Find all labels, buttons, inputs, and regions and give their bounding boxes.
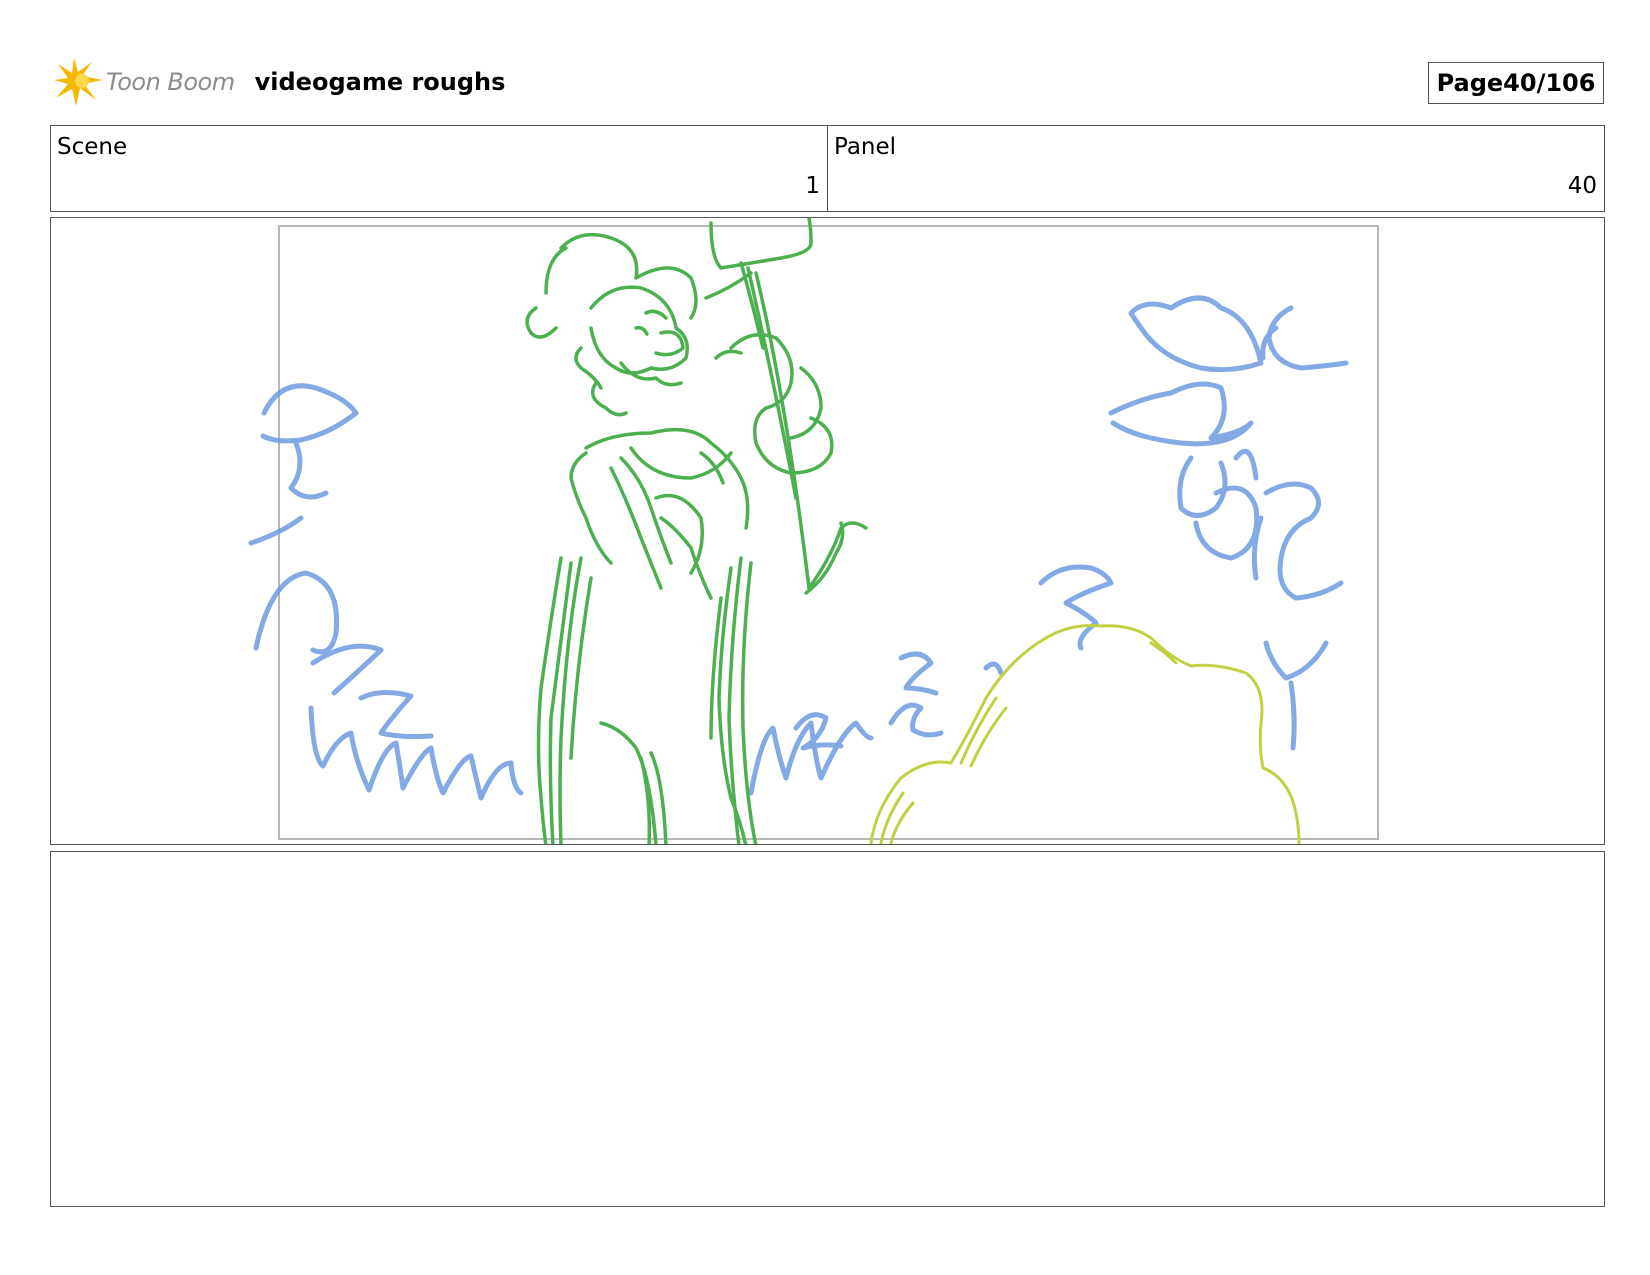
logo-text: Toon Boom [106, 68, 235, 96]
page-label: Page [1436, 69, 1504, 97]
scene-label: Scene [57, 134, 128, 160]
foliage-left [248, 383, 1114, 801]
storyboard-sketch [248, 218, 1379, 844]
project-title: videogame roughs [254, 68, 506, 96]
panel-cell: Panel 40 [827, 126, 1604, 211]
foliage-right [1108, 295, 1349, 751]
toon-boom-logo: Toon Boom [52, 56, 235, 108]
scene-panel-info: Scene 1 Panel 40 [50, 125, 1605, 212]
scene-value: 1 [805, 173, 820, 199]
page-number: 40/106 [1503, 69, 1596, 97]
starburst-icon [54, 58, 102, 106]
scene-cell: Scene 1 [51, 126, 827, 211]
notes-panel [50, 851, 1605, 1207]
page-indicator: Page 40/106 [1428, 62, 1604, 104]
page-header: Toon Boom videogame roughs [52, 56, 505, 108]
storyboard-image-panel [50, 217, 1605, 845]
panel-value: 40 [1567, 173, 1597, 199]
panel-label: Panel [834, 134, 897, 160]
